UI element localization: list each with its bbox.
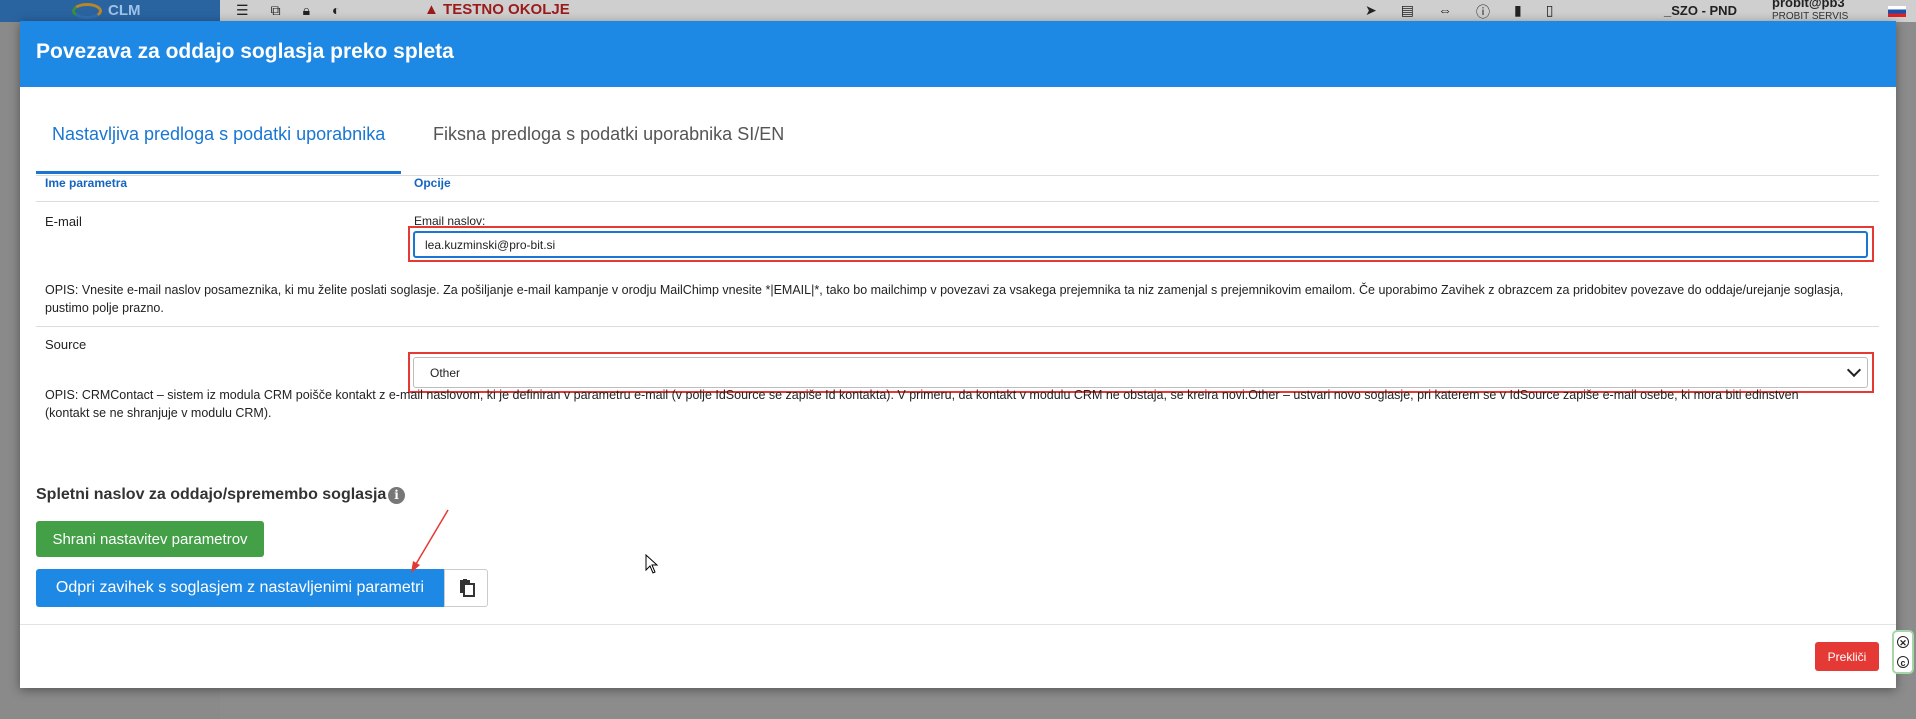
logo-text: CLM — [108, 2, 141, 19]
footer-divider — [20, 624, 1896, 625]
warning-icon: ▲ — [424, 1, 439, 18]
book-icon[interactable]: ▮ — [1514, 2, 1522, 22]
consent-link-modal: Povezava za oddajo soglasja preko spleta… — [20, 21, 1896, 688]
remote-support-icon[interactable]: ⇔ — [1438, 2, 1452, 22]
cancel-button[interactable]: Prekliči — [1815, 642, 1879, 671]
info-circle-icon[interactable]: ⓘ — [1476, 2, 1490, 22]
annotation-arrow — [411, 509, 449, 573]
list-icon[interactable]: ☰ — [236, 2, 249, 19]
user-code[interactable]: _SZO - PND — [1664, 3, 1737, 18]
language-flag-icon[interactable] — [1888, 6, 1906, 17]
lock-icon[interactable]: 🔒︎ — [303, 2, 310, 19]
copyright-icon[interactable]: c — [1897, 656, 1909, 668]
external-link-icon[interactable]: ⧉ — [271, 2, 281, 19]
app-topbar: CLM ☰ ⧉ 🔒︎ ◐ ▲ TESTNO OKOLJE ➤ ▤ ⇔ ⓘ ▮ ▯… — [0, 0, 1916, 22]
document-icon[interactable]: ▯ — [1546, 2, 1554, 22]
close-circle-icon[interactable]: ✕ — [1897, 636, 1909, 648]
app-logo[interactable]: CLM — [0, 0, 220, 22]
logo-mark-icon — [72, 3, 102, 19]
side-widget: ✕ c — [1892, 630, 1914, 674]
contrast-icon[interactable]: ◐ — [332, 2, 340, 19]
mouse-cursor-icon — [645, 554, 659, 574]
send-icon[interactable]: ➤ — [1365, 2, 1377, 22]
server-icon[interactable]: ▤ — [1401, 2, 1414, 22]
user-name: probit@pb3 — [1772, 0, 1845, 10]
test-environment-warning: ▲ TESTNO OKOLJE — [424, 1, 570, 18]
topbar-icons: ☰ ⧉ 🔒︎ ◐ — [236, 2, 340, 19]
topbar-right-icons: ➤ ▤ ⇔ ⓘ ▮ ▯ — [1365, 2, 1553, 22]
